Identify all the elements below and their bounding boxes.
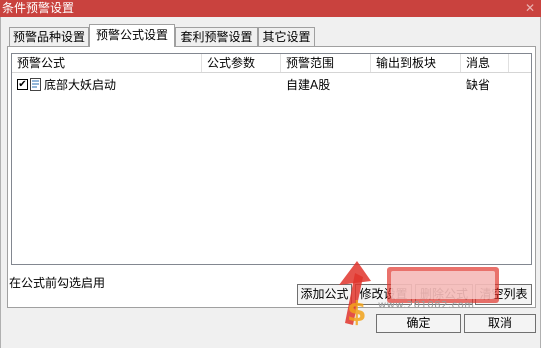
add-formula-button[interactable]: 添加公式	[297, 284, 352, 305]
tab-formula-settings[interactable]: 预警公式设置	[89, 24, 175, 47]
ok-button[interactable]: 确定	[376, 314, 461, 333]
clear-list-button[interactable]: 清空列表	[475, 284, 532, 305]
dialog-body: 预警品种设置 预警公式设置 套利预警设置 其它设置 预警公式 公式参数 预警范围…	[0, 17, 541, 348]
enable-checkbox[interactable]: ✔	[17, 79, 28, 90]
delete-formula-button[interactable]: 删除公式	[415, 284, 473, 305]
tab-other-settings[interactable]: 其它设置	[258, 27, 315, 46]
column-header-formula[interactable]: 预警公式	[12, 54, 202, 72]
column-header-output[interactable]: 输出到板块	[371, 54, 461, 72]
list-header: 预警公式 公式参数 预警范围 输出到板块 消息	[12, 54, 531, 73]
tab-arbitrage-settings[interactable]: 套利预警设置	[175, 27, 258, 46]
tab-panel: 预警公式 公式参数 预警范围 输出到板块 消息 ✔ 底部大妖启动 自建A股 缺省	[7, 46, 536, 308]
formula-name: 底部大妖启动	[44, 78, 117, 92]
status-text: 在公式前勾选启用	[9, 276, 106, 290]
formula-message: 缺省	[466, 78, 491, 92]
tab-variety-settings[interactable]: 预警品种设置	[9, 27, 89, 46]
formula-range: 自建A股	[286, 78, 331, 92]
column-header-range[interactable]: 预警范围	[281, 54, 371, 72]
title-bar: 条件预警设置 ✕	[0, 0, 541, 17]
window-title: 条件预警设置	[2, 1, 75, 15]
close-icon[interactable]: ✕	[525, 0, 535, 16]
modify-settings-button[interactable]: 修改设置	[355, 284, 412, 305]
cancel-button[interactable]: 取消	[464, 314, 536, 333]
table-row[interactable]: ✔ 底部大妖启动 自建A股 缺省	[12, 76, 531, 94]
column-header-params[interactable]: 公式参数	[202, 54, 281, 72]
column-header-message[interactable]: 消息	[461, 54, 509, 72]
formula-list[interactable]: 预警公式 公式参数 预警范围 输出到板块 消息 ✔ 底部大妖启动 自建A股 缺省	[11, 53, 532, 265]
